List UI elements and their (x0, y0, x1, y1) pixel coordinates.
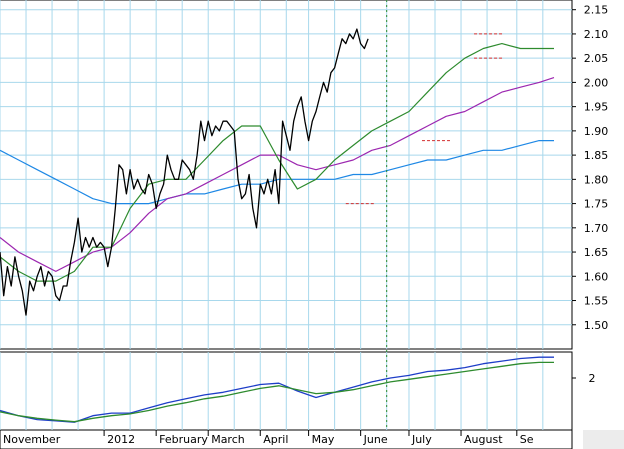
month-label: Se (520, 433, 534, 446)
month-label: February (159, 433, 208, 446)
month-label: August (464, 433, 503, 446)
y-tick-label: 1.90 (584, 125, 609, 138)
y-tick-label: 1.65 (584, 246, 609, 259)
month-label: November (3, 433, 61, 446)
month-label: July (411, 433, 432, 446)
y-tick-label: 1.95 (584, 101, 609, 114)
y-tick-label: 2.15 (584, 4, 609, 17)
y-tick-label: 2.10 (584, 28, 609, 41)
y-tick-label: 1.70 (584, 222, 609, 235)
chart-window: 1.50 1.55 1.60 1.65 1.70 1.75 1.80 1.85 1.90 1.95… (0, 0, 624, 449)
y-tick-label: 2.05 (584, 52, 609, 65)
corner-box (583, 430, 624, 449)
y-tick-label: 1.55 (584, 295, 609, 308)
y-tick-label: 1.50 (584, 319, 609, 332)
y-tick-label: 1.85 (584, 149, 609, 162)
y-tick-label: 1.60 (584, 270, 609, 283)
month-label: March (211, 433, 245, 446)
month-label: 2012 (107, 433, 135, 446)
y-tick-label: 1.80 (584, 173, 609, 186)
month-label: June (363, 433, 388, 446)
indicator-tick-label: 2 (589, 372, 596, 385)
price-chart: 1.50 1.55 1.60 1.65 1.70 1.75 1.80 1.85 1.90 1.95… (0, 0, 624, 449)
month-label: April (263, 433, 288, 446)
month-label: May (312, 433, 335, 446)
y-tick-label: 2.00 (584, 76, 609, 89)
y-tick-label: 1.75 (584, 198, 609, 211)
